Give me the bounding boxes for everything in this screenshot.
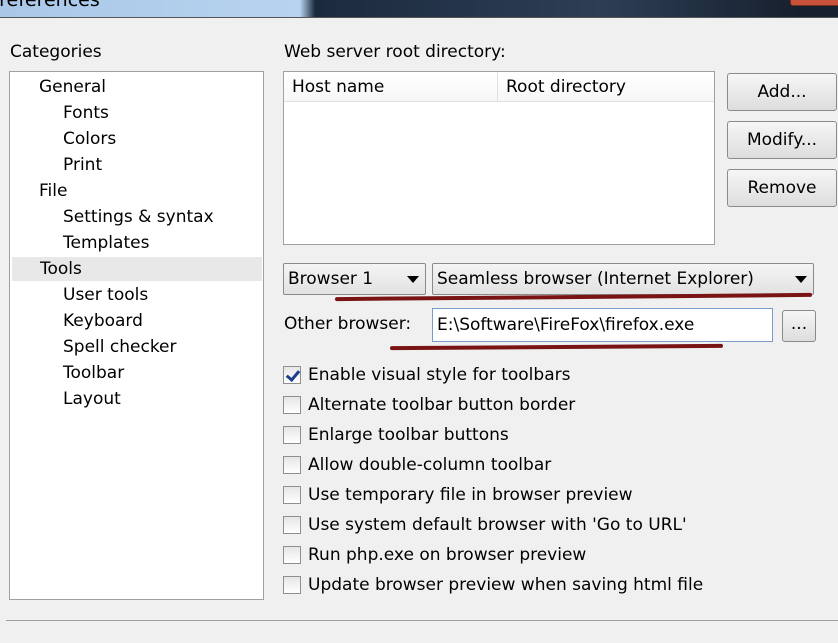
tree-item-tools[interactable]: Tools — [12, 257, 262, 281]
browser-slot-select[interactable]: Browser 1 — [283, 263, 426, 295]
option-label: Update browser preview when saving html … — [308, 575, 704, 595]
checkbox-icon[interactable] — [283, 516, 301, 534]
browser-type-value: Seamless browser (Internet Explorer) — [437, 269, 754, 289]
option-checkbox[interactable]: Update browser preview when saving html … — [283, 573, 703, 597]
webserver-list[interactable]: Host name Root directory — [283, 71, 715, 245]
option-label: Allow double-column toolbar — [308, 455, 552, 475]
option-checkbox[interactable]: Enlarge toolbar buttons — [283, 423, 509, 447]
remove-button[interactable]: Remove — [727, 169, 837, 207]
option-label: Use temporary file in browser preview — [308, 485, 633, 505]
option-checkbox[interactable]: Use system default browser with 'Go to U… — [283, 513, 687, 537]
title-bar: Preferences — [0, 0, 838, 18]
tree-item-fonts[interactable]: Fonts — [63, 101, 109, 125]
browser-slot-value: Browser 1 — [288, 269, 374, 289]
column-root-directory[interactable]: Root directory — [498, 72, 626, 101]
tree-item-toolbar[interactable]: Toolbar — [63, 361, 124, 385]
categories-tree[interactable]: General Fonts Colors Print File Settings & sy… — [9, 71, 264, 600]
categories-label: Categories — [10, 42, 102, 62]
option-label: Enlarge toolbar buttons — [308, 425, 509, 445]
checkbox-icon[interactable] — [283, 486, 301, 504]
tree-item-general[interactable]: General — [39, 75, 106, 99]
other-browser-label: Other browser: — [284, 314, 412, 334]
checkbox-checked-icon[interactable] — [283, 366, 301, 384]
option-checkbox[interactable]: Use temporary file in browser preview — [283, 483, 633, 507]
tree-item-colors[interactable]: Colors — [63, 127, 116, 151]
option-checkbox[interactable]: Allow double-column toolbar — [283, 453, 551, 477]
option-label: Enable visual style for toolbars — [308, 365, 571, 385]
option-label: Run php.exe on browser preview — [308, 545, 587, 565]
other-browser-input[interactable]: E:\Software\FireFox\firefox.exe — [432, 308, 773, 342]
tree-item-file[interactable]: File — [39, 179, 67, 203]
add-button[interactable]: Add... — [727, 73, 837, 111]
checkbox-icon[interactable] — [283, 396, 301, 414]
option-label: Alternate toolbar button border — [308, 395, 576, 415]
browse-button[interactable]: ... — [782, 310, 816, 342]
tree-item-layout[interactable]: Layout — [63, 387, 121, 411]
checkbox-icon[interactable] — [283, 546, 301, 564]
window-title: Preferences — [0, 0, 100, 11]
tree-item-user-tools[interactable]: User tools — [63, 283, 148, 307]
tree-item-spell-checker[interactable]: Spell checker — [63, 335, 177, 359]
checkbox-icon[interactable] — [283, 456, 301, 474]
checkbox-icon[interactable] — [283, 576, 301, 594]
separator — [6, 620, 838, 621]
chevron-down-icon — [795, 276, 807, 283]
list-header: Host name Root directory — [284, 72, 714, 102]
checkbox-icon[interactable] — [283, 426, 301, 444]
option-label: Use system default browser with 'Go to U… — [308, 515, 687, 535]
modify-button[interactable]: Modify... — [727, 121, 837, 159]
tree-item-settings-syntax[interactable]: Settings & syntax — [63, 205, 214, 229]
tree-item-print[interactable]: Print — [63, 153, 102, 177]
tree-item-templates[interactable]: Templates — [63, 231, 149, 255]
browser-type-select[interactable]: Seamless browser (Internet Explorer) — [432, 263, 814, 295]
column-host-name[interactable]: Host name — [284, 72, 498, 101]
close-button[interactable] — [790, 0, 838, 6]
option-checkbox[interactable]: Enable visual style for toolbars — [283, 363, 570, 387]
tree-item-keyboard[interactable]: Keyboard — [63, 309, 143, 333]
chevron-down-icon — [407, 276, 419, 283]
annotation-underline — [389, 343, 724, 351]
option-checkbox[interactable]: Alternate toolbar button border — [283, 393, 575, 417]
option-checkbox[interactable]: Run php.exe on browser preview — [283, 543, 586, 567]
webserver-label: Web server root directory: — [284, 42, 506, 62]
